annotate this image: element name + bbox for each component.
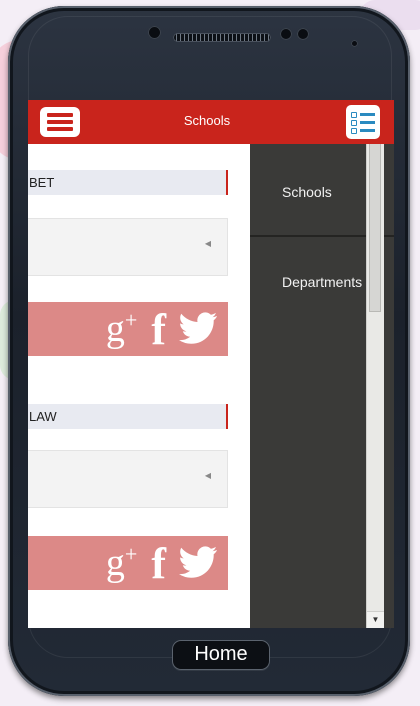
- google-plus-icon[interactable]: g+: [106, 541, 137, 585]
- list-bullet: [351, 111, 357, 118]
- proximity-sensor-icon: [280, 28, 292, 40]
- app-header: Schools: [28, 100, 394, 144]
- front-camera-icon: [148, 26, 161, 39]
- earpiece-speaker: [173, 33, 271, 42]
- list-bullet: [351, 127, 357, 134]
- list-view-button[interactable]: [346, 105, 380, 139]
- school-select-dropdown[interactable]: ◀: [28, 450, 228, 508]
- list-line: [360, 129, 375, 132]
- caret-left-icon: ◀: [204, 239, 211, 248]
- list-row: [351, 119, 375, 126]
- caret-left-icon: ◀: [204, 471, 211, 480]
- list-bullet: [351, 119, 357, 126]
- vertical-scrollbar[interactable]: ▲ ▼: [366, 100, 384, 628]
- app-screen: Schools BET ◀ g+ f LAW ◀ g+ f Schools De…: [28, 100, 394, 628]
- facebook-icon[interactable]: f: [151, 304, 166, 355]
- scroll-down-arrow-icon[interactable]: ▼: [367, 611, 384, 628]
- list-row: [351, 111, 375, 118]
- list-row: [351, 127, 375, 134]
- list-line: [360, 121, 375, 124]
- light-sensor-icon: [297, 28, 309, 40]
- twitter-icon[interactable]: [178, 546, 218, 580]
- social-share-bar: g+ f: [28, 536, 228, 590]
- main-content-panel: BET ◀ g+ f LAW ◀ g+ f: [28, 144, 250, 628]
- school-card-title: LAW: [28, 404, 228, 429]
- facebook-icon[interactable]: f: [151, 538, 166, 589]
- list-line: [360, 113, 375, 116]
- twitter-icon[interactable]: [178, 312, 218, 346]
- school-select-dropdown[interactable]: ◀: [28, 218, 228, 276]
- social-share-bar: g+ f: [28, 302, 228, 356]
- home-button[interactable]: Home: [172, 640, 270, 670]
- camera-dot-icon: [351, 40, 358, 47]
- scrollbar-thumb[interactable]: [369, 118, 381, 312]
- google-plus-icon[interactable]: g+: [106, 307, 137, 351]
- page-title: Schools: [183, 113, 231, 128]
- school-card-title: BET: [28, 170, 228, 195]
